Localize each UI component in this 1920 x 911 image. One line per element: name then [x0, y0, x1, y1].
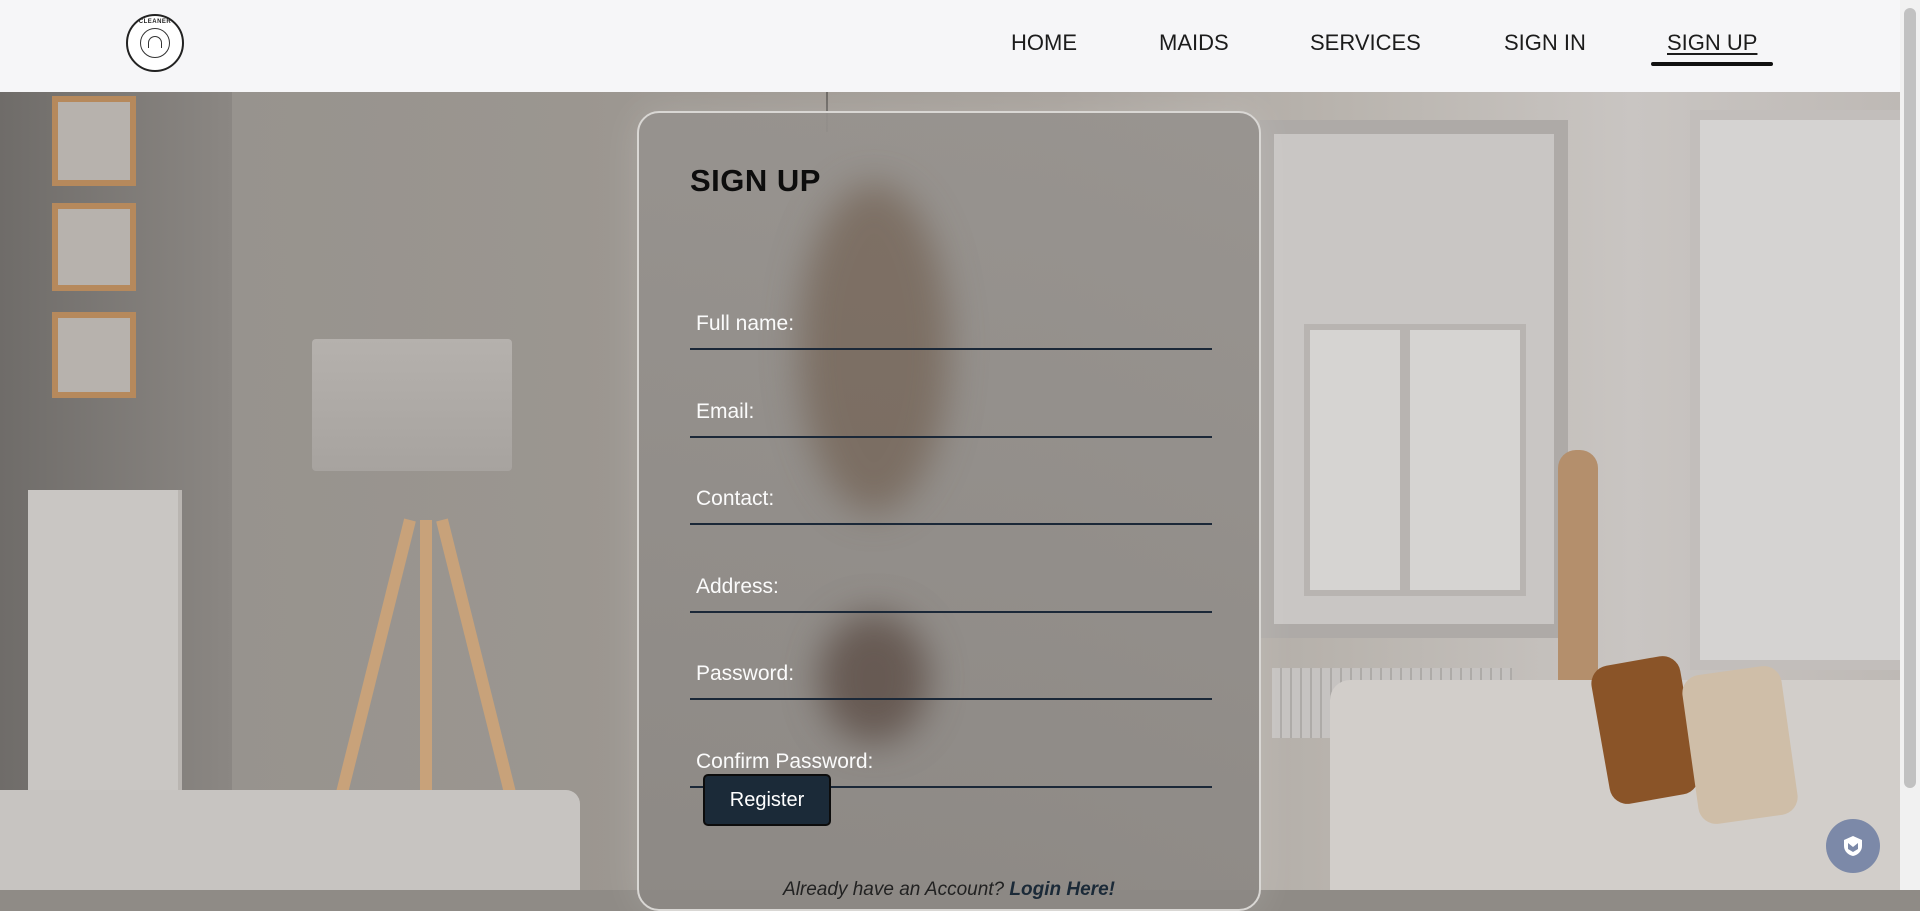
register-button[interactable]: Register — [703, 774, 831, 826]
lamp-shade — [312, 339, 512, 471]
nav-sign-in[interactable]: SIGN IN — [1504, 30, 1586, 56]
wall-panel — [28, 490, 178, 800]
nav-sign-up[interactable]: SIGN UP — [1667, 30, 1757, 56]
address-input[interactable] — [690, 549, 1212, 611]
page-scrollbar[interactable] — [1900, 0, 1920, 890]
lamp-leg — [420, 520, 432, 820]
logo[interactable]: CLEANER — [126, 14, 184, 72]
shield-icon — [1844, 836, 1862, 856]
window-pane — [1404, 324, 1526, 596]
room-window — [1690, 110, 1910, 670]
address-field — [690, 549, 1212, 613]
sofa — [0, 790, 580, 890]
full-name-input[interactable] — [690, 286, 1212, 348]
email-field — [690, 374, 1212, 438]
logo-brand-text: CLEANER — [138, 19, 172, 25]
lamp-leg — [331, 518, 416, 813]
email-input[interactable] — [690, 374, 1212, 436]
lamp-leg — [436, 518, 521, 813]
wall-frame — [52, 203, 136, 291]
wall-frame — [52, 312, 136, 398]
nav-maids[interactable]: MAIDS — [1159, 30, 1229, 56]
room-window — [1260, 120, 1568, 638]
wall-frame — [52, 96, 136, 186]
contact-input[interactable] — [690, 461, 1212, 523]
wood-sculpture — [1558, 450, 1598, 690]
cushion — [1680, 663, 1800, 827]
top-navbar: CLEANER HOME MAIDS SERVICES SIGN IN SIGN… — [0, 0, 1900, 92]
nav-home[interactable]: HOME — [1011, 30, 1077, 56]
nav-services[interactable]: SERVICES — [1310, 30, 1421, 56]
password-input[interactable] — [690, 636, 1212, 698]
login-prompt: Already have an Account? Login Here! — [639, 879, 1259, 901]
floating-shield-button[interactable] — [1826, 819, 1880, 873]
nav-active-indicator — [1651, 62, 1773, 66]
form-title: SIGN UP — [690, 163, 821, 198]
full-name-field — [690, 286, 1212, 350]
window-pane — [1304, 324, 1406, 596]
scrollbar-thumb[interactable] — [1904, 8, 1916, 788]
signup-card: SIGN UP Register Already have an Account… — [637, 111, 1261, 911]
contact-field — [690, 461, 1212, 525]
password-field — [690, 636, 1212, 700]
bell-logo-icon — [148, 36, 162, 48]
